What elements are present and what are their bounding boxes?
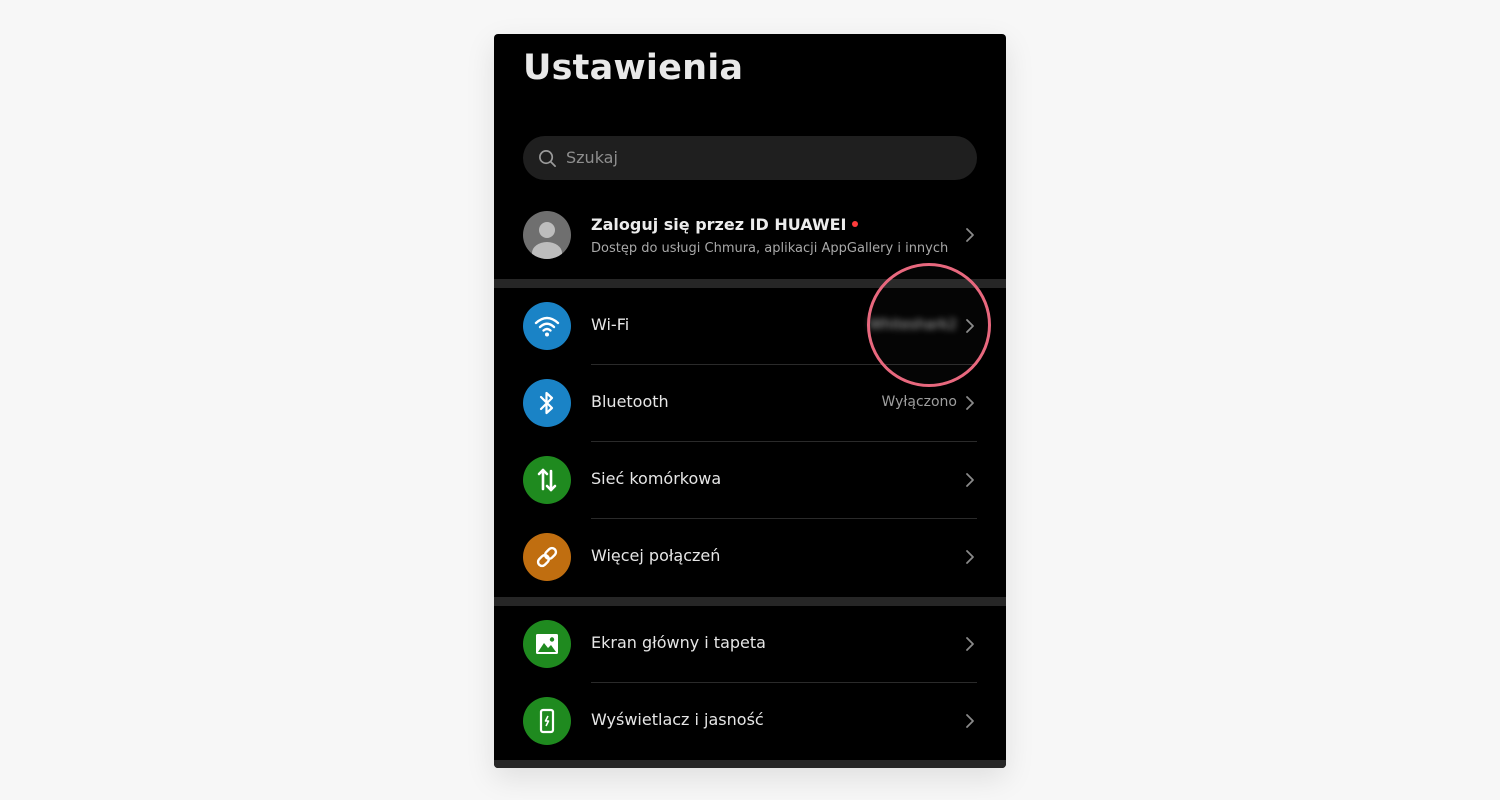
chevron-right-icon <box>966 550 974 564</box>
row-label: Wyświetlacz i jasność <box>591 710 764 729</box>
search-placeholder: Szukaj <box>566 148 618 167</box>
settings-row-home-screen-wallpaper[interactable]: Ekran główny i tapeta <box>494 606 1006 683</box>
search-icon <box>539 150 556 167</box>
settings-row-more-connections[interactable]: Więcej połączeń <box>494 519 1006 596</box>
section-separator <box>494 760 1006 768</box>
page-title: Ustawienia <box>523 48 744 88</box>
image-icon <box>523 620 571 668</box>
chevron-right-icon <box>966 396 974 410</box>
chevron-right-icon <box>966 637 974 651</box>
row-label: Sieć komórkowa <box>591 469 722 488</box>
phone-brightness-icon <box>523 697 571 745</box>
settings-row-display-brightness[interactable]: Wyświetlacz i jasność <box>494 683 1006 760</box>
wifi-icon <box>523 302 571 350</box>
chevron-right-icon <box>966 228 974 242</box>
row-label: Ekran główny i tapeta <box>591 633 766 652</box>
search-bar[interactable]: Szukaj <box>523 136 977 180</box>
account-name: Zaloguj się przez ID HUAWEI <box>591 215 859 234</box>
settings-screen: Ustawienia Szukaj Zaloguj się przez ID H… <box>494 34 1006 768</box>
bluetooth-icon <box>523 379 571 427</box>
notification-dot <box>852 220 859 227</box>
avatar <box>523 211 571 259</box>
row-label: Bluetooth <box>591 392 669 411</box>
link-icon <box>523 533 571 581</box>
bluetooth-status: Wyłączono <box>881 394 958 410</box>
chevron-right-icon <box>966 473 974 487</box>
account-description: Dostęp do usługi Chmura, aplikacji AppGa… <box>591 241 949 256</box>
row-label: Wi-Fi <box>591 315 630 334</box>
chevron-right-icon <box>966 714 974 728</box>
mobile-data-icon <box>523 456 571 504</box>
section-separator <box>494 597 1006 606</box>
settings-row-mobile-network[interactable]: Sieć komórkowa <box>494 442 1006 519</box>
user-silhouette-icon <box>532 222 562 259</box>
highlight-circle <box>867 263 991 387</box>
row-label: Więcej połączeń <box>591 546 721 565</box>
